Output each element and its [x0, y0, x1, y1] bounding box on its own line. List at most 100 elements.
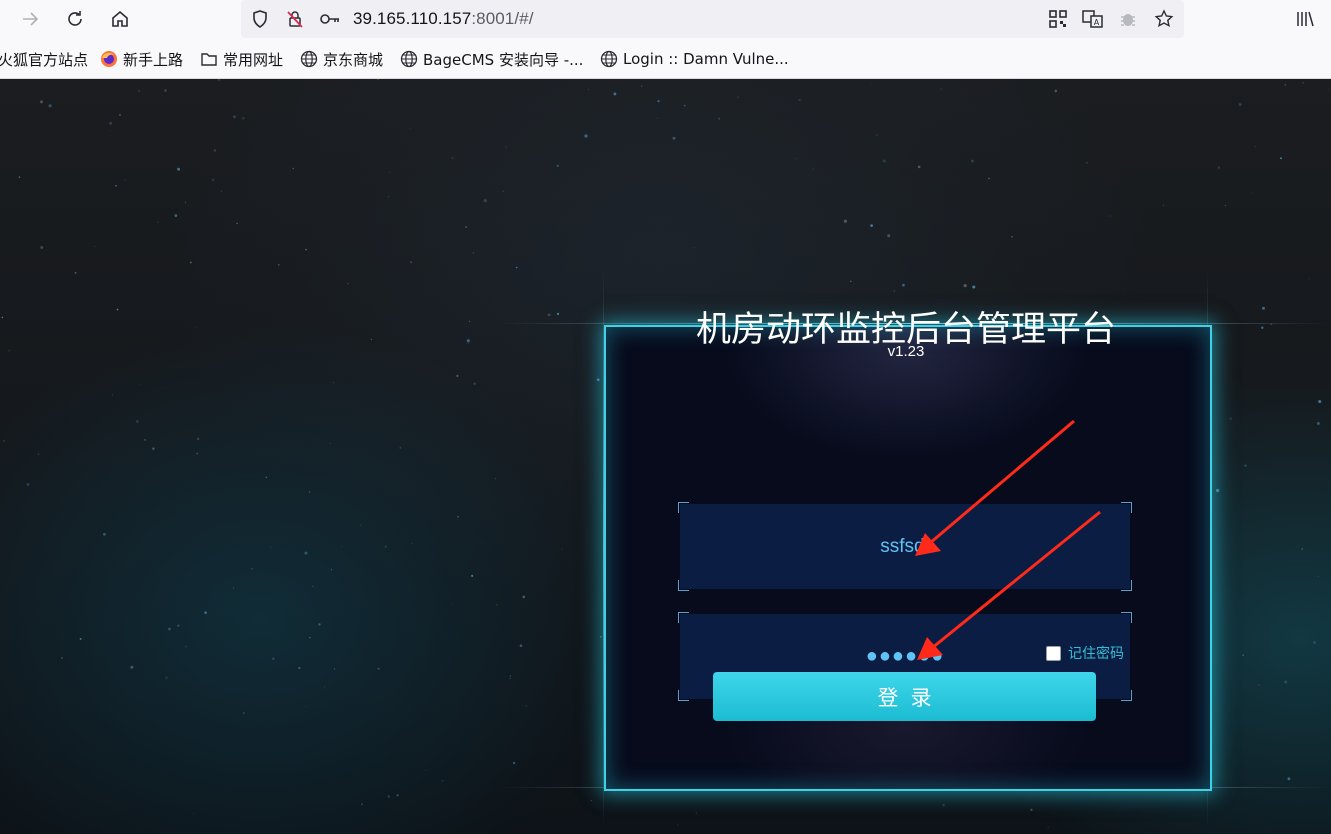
star-dot — [917, 165, 921, 169]
key-icon[interactable] — [319, 8, 341, 30]
star-dot — [1123, 289, 1124, 291]
star-dot — [472, 252, 475, 254]
star-dot — [683, 104, 686, 107]
star-dot — [298, 666, 301, 670]
bookmark-bagecms[interactable]: BageCMS 安装向导 -... — [400, 49, 583, 69]
star-dot — [456, 374, 459, 378]
bookmark-star-icon[interactable] — [1153, 8, 1175, 30]
shield-icon[interactable] — [249, 8, 271, 30]
star-dot — [1216, 488, 1220, 493]
star-dot — [1262, 306, 1265, 310]
translate-icon[interactable]: A — [1082, 8, 1104, 30]
reload-button[interactable] — [63, 7, 87, 31]
bookmark-label: 京东商城 — [323, 50, 384, 69]
star-dot — [1318, 399, 1322, 404]
bookmark-firefox-official[interactable]: 火狐官方站点 — [0, 49, 88, 69]
star-dot — [424, 769, 427, 772]
bookmark-jd[interactable]: 京东商城 — [300, 49, 383, 69]
star-dot — [109, 129, 111, 132]
globe-icon — [300, 50, 318, 68]
star-dot — [849, 280, 852, 283]
star-dot — [119, 114, 121, 116]
star-dot — [377, 667, 380, 670]
bookmark-getting-started[interactable]: 新手上路 — [100, 49, 183, 69]
version-label: v1.23 — [887, 343, 925, 360]
bug-icon[interactable] — [1117, 8, 1139, 30]
star-dot — [452, 604, 454, 606]
star-dot — [693, 247, 695, 249]
star-dot — [515, 266, 518, 269]
star-dot — [1244, 464, 1247, 467]
bookmark-dvwa[interactable]: Login :: Damn Vulne... — [600, 49, 789, 69]
insecure-lock-icon[interactable] — [284, 8, 306, 30]
star-dot — [547, 313, 551, 317]
star-dot — [305, 705, 307, 707]
star-dot — [519, 644, 523, 648]
star-dot — [60, 657, 63, 659]
star-dot — [189, 261, 192, 264]
star-dot — [588, 89, 590, 90]
star-dot — [584, 134, 588, 138]
star-dot — [1030, 808, 1033, 811]
star-dot — [79, 637, 82, 640]
star-dot — [512, 761, 516, 765]
star-dot — [308, 491, 311, 493]
bookmark-folder-common[interactable]: 常用网址 — [200, 49, 283, 69]
star-dot — [590, 799, 592, 802]
star-dot — [102, 532, 106, 536]
star-dot — [109, 121, 113, 125]
library-button[interactable] — [1294, 8, 1316, 30]
svg-text:A: A — [1094, 18, 1100, 27]
star-dot — [556, 164, 559, 167]
star-dot — [251, 568, 253, 570]
home-button[interactable] — [108, 7, 132, 31]
star-dot — [360, 803, 363, 806]
star-dot — [737, 96, 739, 98]
star-dot — [483, 199, 487, 203]
star-dot — [963, 284, 967, 288]
star-dot — [795, 158, 797, 160]
star-dot — [167, 627, 171, 631]
forward-button[interactable] — [18, 7, 42, 31]
bookmark-label: 常用网址 — [223, 50, 284, 69]
star-dot — [270, 546, 272, 548]
star-dot — [495, 603, 498, 606]
remember-password[interactable]: 记住密码 — [1046, 644, 1124, 662]
star-dot — [1284, 680, 1288, 684]
star-dot — [236, 222, 238, 225]
corner-decoration — [1121, 690, 1132, 701]
login-button[interactable]: 登录 — [713, 672, 1096, 721]
star-dot — [971, 159, 974, 163]
star-dot — [798, 98, 801, 102]
star-dot — [185, 645, 187, 648]
star-dot — [940, 88, 942, 90]
qr-code-icon[interactable] — [1047, 8, 1069, 30]
star-dot — [467, 342, 469, 344]
star-dot — [312, 585, 314, 587]
star-dot — [902, 283, 905, 287]
star-dot — [1242, 654, 1245, 657]
star-dot — [195, 326, 197, 329]
star-dot — [332, 381, 335, 384]
star-dot — [596, 378, 600, 382]
star-dot — [177, 624, 180, 627]
remember-password-label[interactable]: 记住密码 — [1068, 643, 1124, 663]
username-input[interactable] — [680, 504, 1130, 589]
star-dot — [196, 452, 198, 455]
star-dot — [870, 224, 873, 227]
star-dot — [870, 84, 872, 86]
star-dot — [525, 705, 527, 707]
username-field[interactable] — [678, 502, 1132, 591]
star-dot — [152, 447, 155, 450]
url-text[interactable]: 39.165.110.157:8001/#/ — [353, 9, 534, 29]
star-dot — [466, 339, 470, 343]
star-dot — [1238, 103, 1242, 106]
star-dot — [305, 248, 308, 251]
star-dot — [136, 420, 139, 423]
remember-password-checkbox[interactable] — [1046, 645, 1061, 661]
arrow-right-icon — [23, 12, 39, 26]
star-dot — [330, 569, 333, 571]
star-dot — [37, 453, 40, 456]
reload-icon — [68, 11, 82, 26]
star-dot — [509, 675, 511, 677]
